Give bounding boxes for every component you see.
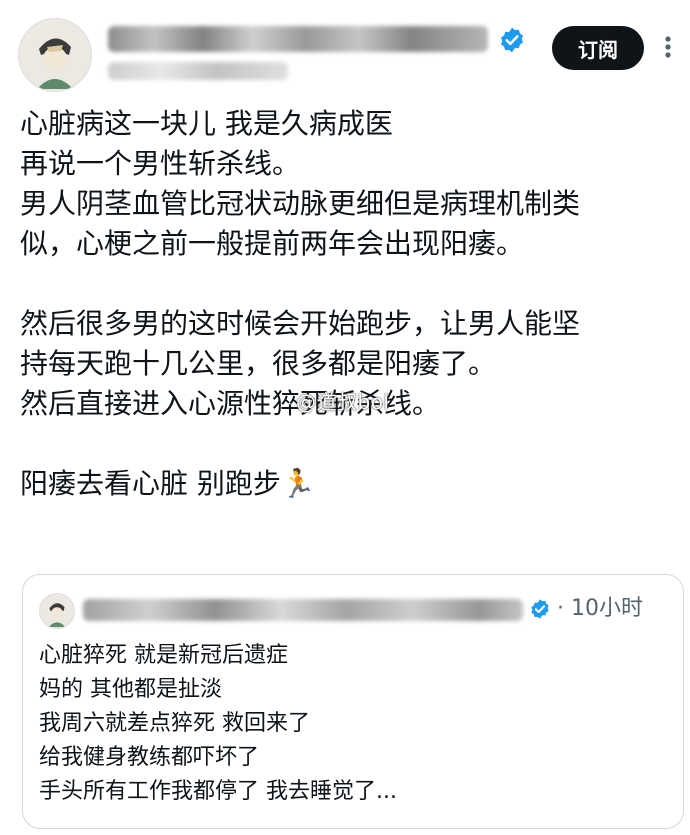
avatar-illustration-icon — [19, 19, 91, 91]
tweet-line: 然后很多男的这时候会开始跑步，让男人能坚 — [20, 307, 581, 340]
quoted-line: 手头所有工作我都停了 我去睡觉了... — [39, 779, 397, 804]
quoted-author-name-blurred[interactable] — [83, 599, 523, 621]
quoted-line: 心脏猝死 就是新冠后遗症 — [39, 643, 288, 668]
tweet-line: 心脏病这一块儿 我是久病成医 — [20, 107, 393, 140]
avatar-illustration-icon — [40, 594, 74, 628]
tweet-line: 阳痿去看心脏 别跑步🏃 — [20, 467, 316, 500]
tweet-text: 心脏病这一块儿 我是久病成医 再说一个男性斩杀线。 男人阴茎血管比冠状动脉更细但… — [20, 104, 680, 504]
subscribe-button[interactable]: 订阅 — [552, 26, 644, 70]
quoted-line: 给我健身教练都吓坏了 — [39, 745, 260, 770]
verified-badge-icon — [531, 599, 549, 619]
quoted-tweet[interactable]: · 10小时 心脏猝死 就是新冠后遗症 妈的 其他都是扯淡 我周六就差点猝死 救… — [22, 574, 684, 829]
author-avatar[interactable] — [18, 18, 92, 92]
tweet-header: 订阅 — [0, 0, 690, 110]
quoted-tweet-text: 心脏猝死 就是新冠后遗症 妈的 其他都是扯淡 我周六就差点猝死 救回来了 给我健… — [39, 639, 397, 809]
quoted-line: 我周六就差点猝死 救回来了 — [39, 711, 310, 736]
more-dots-icon[interactable] — [658, 32, 678, 62]
tweet-line: 男人阴茎血管比冠状动脉更细但是病理机制类 — [20, 187, 581, 220]
weibo-watermark: @道叔bol — [296, 390, 390, 414]
author-name-blurred[interactable] — [108, 26, 488, 52]
quoted-author-avatar[interactable] — [39, 593, 75, 629]
tweet-line: 持每天跑十几公里，很多都是阳痿了。 — [20, 347, 497, 380]
tweet-line: 似，心梗之前一般提前两年会出现阳痿。 — [20, 227, 525, 260]
author-handle-blurred — [108, 62, 288, 80]
tweet-line: 再说一个男性斩杀线。 — [20, 147, 301, 180]
quoted-timestamp[interactable]: · 10小时 — [557, 593, 643, 625]
verified-badge-icon — [501, 27, 523, 53]
quoted-line: 妈的 其他都是扯淡 — [39, 677, 222, 702]
